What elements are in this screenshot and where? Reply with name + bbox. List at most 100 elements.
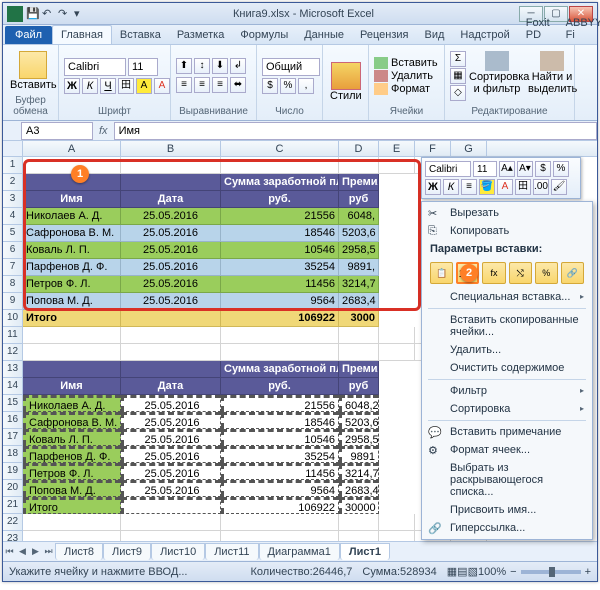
cell[interactable]: руб. (221, 191, 339, 208)
cell[interactable]: Попова М. Д. (23, 293, 121, 310)
undo-icon[interactable]: ↶ (42, 7, 56, 21)
qat-more-icon[interactable]: ▾ (74, 7, 88, 21)
bold-button[interactable]: Ж (64, 78, 80, 94)
menu-comment[interactable]: 💬Вставить примечание (424, 423, 590, 441)
menu-hyperlink[interactable]: 🔗Гиперссылка... (424, 519, 590, 537)
row-header[interactable]: 15 (3, 395, 23, 412)
cell[interactable] (221, 344, 339, 361)
row-header[interactable]: 21 (3, 497, 23, 514)
col-header-D[interactable]: D (339, 141, 379, 156)
sheet-nav-first[interactable]: ⏮ (3, 546, 16, 557)
cell[interactable] (121, 157, 221, 174)
select-all[interactable] (3, 141, 23, 156)
row-header[interactable]: 5 (3, 225, 23, 242)
name-box[interactable] (21, 122, 93, 140)
mini-format-painter[interactable]: 🖌 (551, 179, 567, 195)
cell[interactable] (121, 497, 221, 514)
sheet-tab[interactable]: Лист10 (151, 543, 205, 560)
tab-layout[interactable]: Разметка (169, 26, 233, 44)
cell[interactable] (379, 531, 415, 541)
tab-view[interactable]: Вид (416, 26, 452, 44)
cell[interactable]: 5203,6 (339, 412, 379, 429)
currency-button[interactable]: $ (262, 78, 278, 94)
cell[interactable] (339, 157, 379, 174)
cell[interactable]: Николаев А. Д. (23, 208, 121, 225)
format-cells[interactable]: Формат (374, 83, 438, 95)
formula-input[interactable] (114, 122, 597, 140)
cell[interactable]: 9891, (339, 259, 379, 276)
cell[interactable] (379, 344, 415, 361)
paste-button[interactable]: Вставить (8, 49, 59, 93)
row-header[interactable]: 22 (3, 514, 23, 531)
cell[interactable]: 11456 (221, 463, 339, 480)
cell[interactable] (379, 327, 415, 344)
cell[interactable]: 25.05.2016 (121, 429, 221, 446)
row-header[interactable]: 12 (3, 344, 23, 361)
sheet-nav-next[interactable]: ▶ (29, 546, 42, 557)
menu-name[interactable]: Присвоить имя... (424, 501, 590, 519)
align-right[interactable]: ≡ (212, 77, 228, 93)
cell[interactable]: 25.05.2016 (121, 259, 221, 276)
cell[interactable]: Сумма заработной платы, руб. (221, 174, 339, 191)
cell[interactable]: 9564 (221, 480, 339, 497)
row-header[interactable]: 14 (3, 378, 23, 395)
tab-abbyy[interactable]: ABBYY Fi (558, 14, 600, 44)
cell[interactable]: 25.05.2016 (121, 463, 221, 480)
cell[interactable]: Петров Ф. Л. (23, 463, 121, 480)
menu-cut[interactable]: ✂Вырезать (424, 204, 590, 222)
cell[interactable]: Попова М. Д. (23, 480, 121, 497)
cell[interactable]: 25.05.2016 (121, 412, 221, 429)
row-header[interactable]: 4 (3, 208, 23, 225)
tab-foxit[interactable]: Foxit PD (518, 14, 558, 44)
cell[interactable]: 30000 (339, 497, 379, 514)
cell[interactable]: 2958,5 (339, 429, 379, 446)
tab-formulas[interactable]: Формулы (232, 26, 296, 44)
font-color-button[interactable]: A (154, 78, 170, 94)
cell[interactable] (339, 327, 379, 344)
cell[interactable]: Дата (121, 191, 221, 208)
cell[interactable] (121, 174, 221, 191)
zoom-slider[interactable] (521, 570, 581, 574)
paste-opt-transpose[interactable]: ⤭ (509, 262, 532, 284)
cell[interactable] (221, 327, 339, 344)
cell[interactable]: 25.05.2016 (121, 276, 221, 293)
mini-center[interactable]: ≡ (461, 179, 477, 195)
cell[interactable]: Сафронова В. М. (23, 412, 121, 429)
sheet-tab[interactable]: Диаграмма1 (259, 543, 340, 560)
row-header[interactable]: 11 (3, 327, 23, 344)
cell[interactable] (221, 157, 339, 174)
row-header[interactable]: 19 (3, 463, 23, 480)
paste-opt-formulas[interactable]: fx (482, 262, 505, 284)
cell[interactable]: Имя (23, 378, 121, 395)
tab-review[interactable]: Рецензия (352, 26, 417, 44)
menu-sort[interactable]: Сортировка▸ (424, 400, 590, 418)
sort-filter-button[interactable]: Сортировка и фильтр (469, 51, 525, 101)
cell[interactable]: 9564 (221, 293, 339, 310)
row-header[interactable]: 3 (3, 191, 23, 208)
paste-opt-formatting[interactable]: % (535, 262, 558, 284)
styles-button[interactable]: Стили (328, 60, 364, 104)
mini-percent[interactable]: % (553, 161, 569, 177)
cell[interactable] (339, 514, 379, 531)
cell[interactable] (379, 157, 415, 174)
col-header-B[interactable]: B (121, 141, 221, 156)
cell[interactable]: 35254 (221, 259, 339, 276)
align-left[interactable]: ≡ (176, 77, 192, 93)
menu-filter[interactable]: Фильтр▸ (424, 382, 590, 400)
row-header[interactable]: 9 (3, 293, 23, 310)
cell[interactable]: Коваль Л. П. (23, 429, 121, 446)
cell[interactable]: 25.05.2016 (121, 446, 221, 463)
cell[interactable] (121, 514, 221, 531)
autosum-button[interactable]: Σ (450, 51, 466, 67)
cell[interactable]: Дата (121, 378, 221, 395)
col-header-C[interactable]: C (221, 141, 339, 156)
row-header[interactable]: 20 (3, 480, 23, 497)
italic-button[interactable]: К (82, 78, 98, 94)
sheet-nav-last[interactable]: ⏭ (42, 546, 55, 557)
fx-icon[interactable]: fx (93, 125, 114, 137)
mini-fill[interactable]: 🪣 (479, 179, 495, 195)
cell[interactable]: 2683,4 (339, 293, 379, 310)
tab-file[interactable]: Файл (5, 26, 52, 44)
save-icon[interactable]: 💾 (26, 7, 40, 21)
view-normal-icon[interactable]: ▦ (447, 565, 457, 578)
